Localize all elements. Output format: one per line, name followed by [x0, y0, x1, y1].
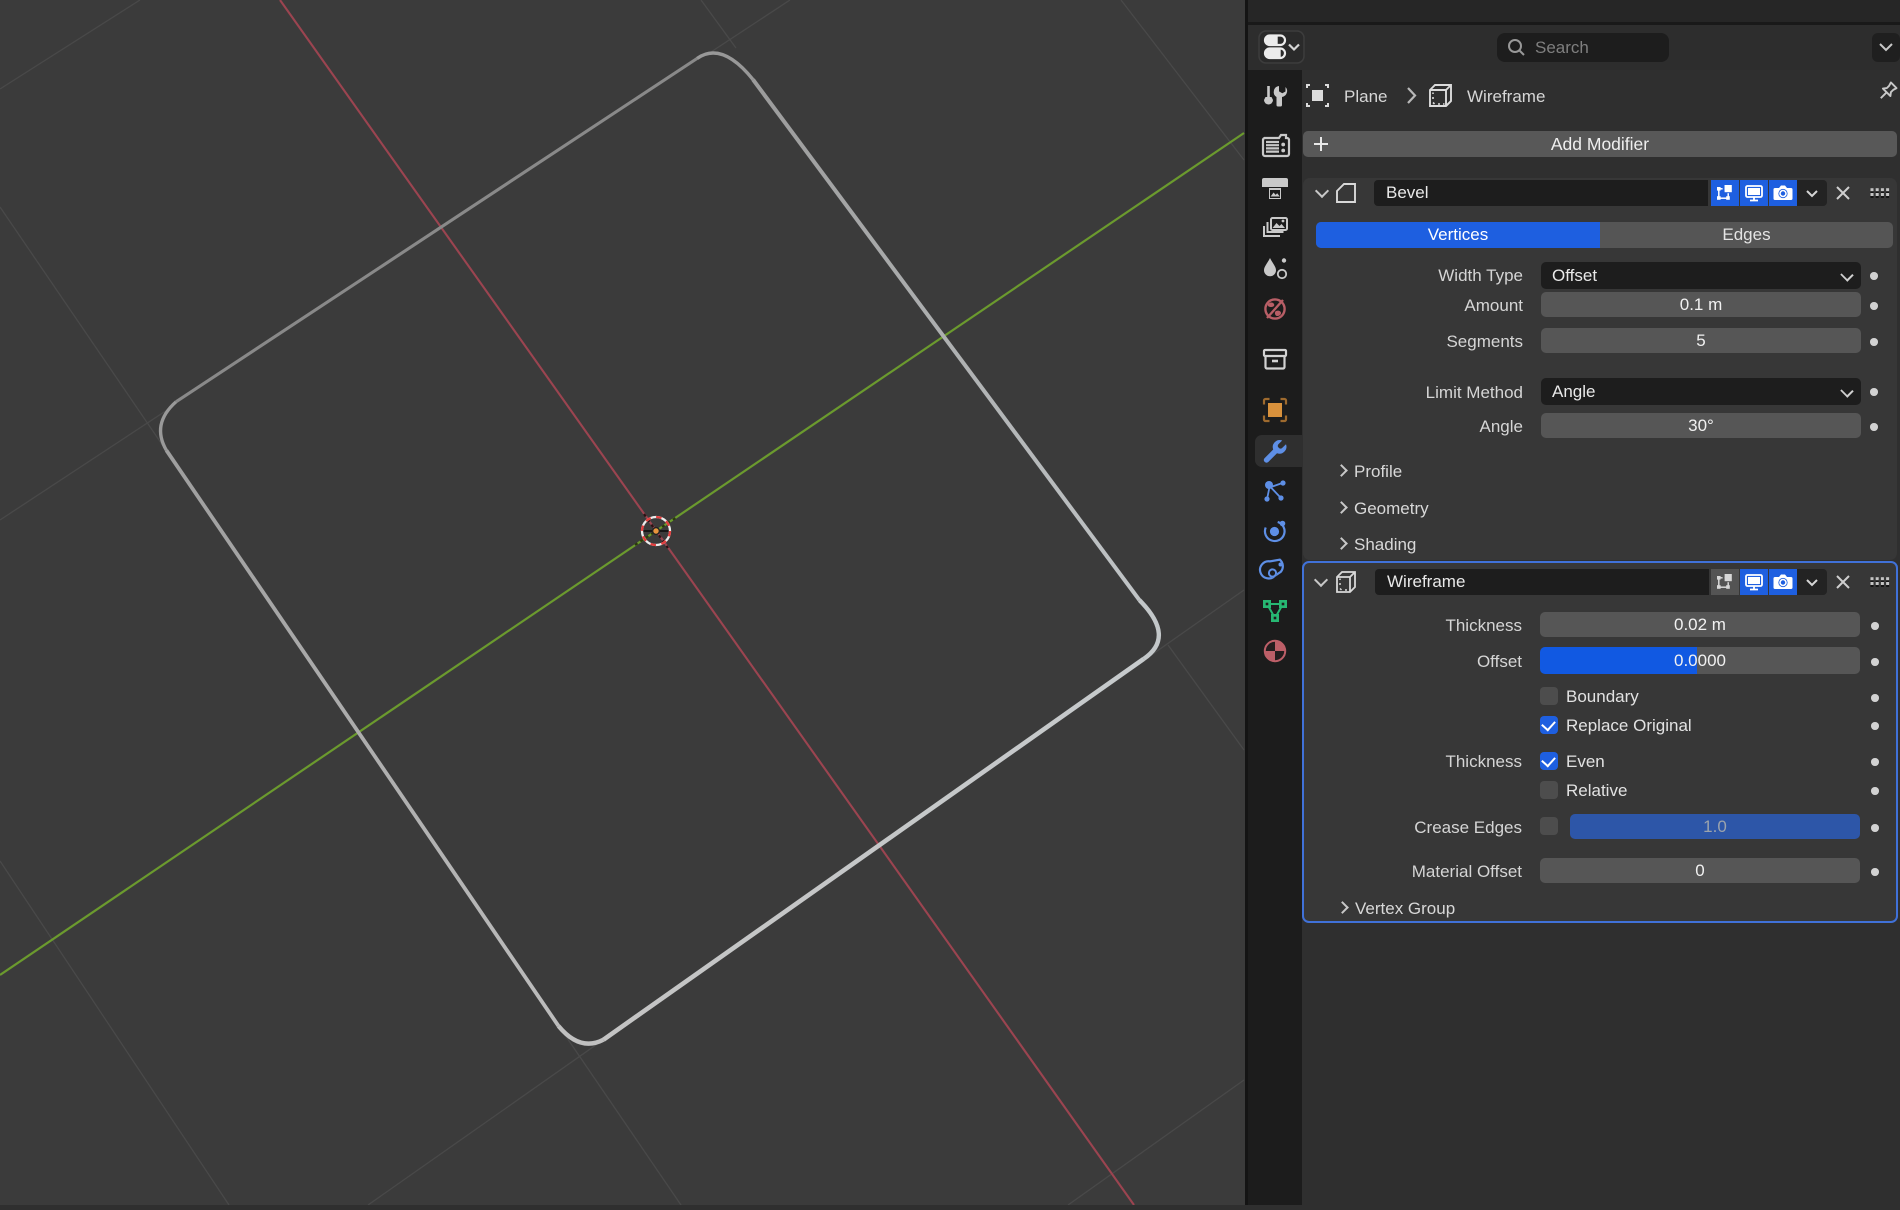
svg-text:Wireframe: Wireframe: [1467, 87, 1545, 106]
svg-text:Plane: Plane: [1344, 87, 1387, 106]
svg-text:Search: Search: [1535, 38, 1589, 57]
